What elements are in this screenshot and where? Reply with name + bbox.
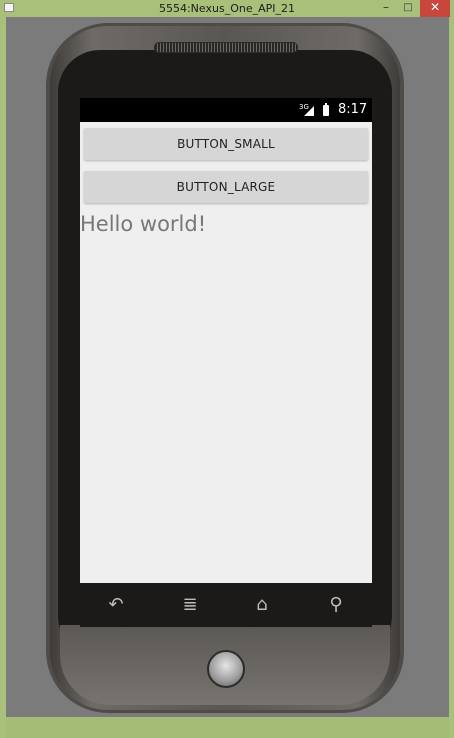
button-large[interactable]: BUTTON_LARGE bbox=[84, 171, 368, 203]
maximize-button[interactable]: □ bbox=[398, 0, 418, 17]
earpiece-speaker bbox=[154, 42, 298, 53]
status-bar: 3G 8:17 bbox=[80, 98, 372, 122]
minimize-button[interactable]: – bbox=[376, 0, 396, 17]
signal-icon bbox=[304, 106, 314, 116]
search-icon[interactable]: ⚲ bbox=[324, 595, 348, 615]
close-button[interactable]: ✕ bbox=[420, 0, 450, 17]
back-icon[interactable]: ↶ bbox=[104, 595, 128, 615]
battery-icon bbox=[323, 103, 329, 116]
emulator-window: 5554:Nexus_One_API_21 – □ ✕ 3G 8:17 BUTT… bbox=[0, 0, 454, 738]
hello-text: Hello world! bbox=[80, 212, 207, 236]
window-titlebar: 5554:Nexus_One_API_21 – □ ✕ bbox=[0, 0, 454, 17]
device-nav-bar: ↶ ≣ ⌂ ⚲ bbox=[80, 583, 372, 627]
window-bottom-strip bbox=[6, 717, 449, 738]
trackball-button[interactable] bbox=[207, 650, 245, 688]
button-small[interactable]: BUTTON_SMALL bbox=[84, 128, 368, 160]
device-screen: 3G 8:17 BUTTON_SMALL BUTTON_LARGE Hello … bbox=[80, 98, 372, 583]
home-icon[interactable]: ⌂ bbox=[250, 595, 274, 615]
status-time: 8:17 bbox=[338, 102, 368, 117]
menu-icon[interactable]: ≣ bbox=[178, 595, 202, 615]
